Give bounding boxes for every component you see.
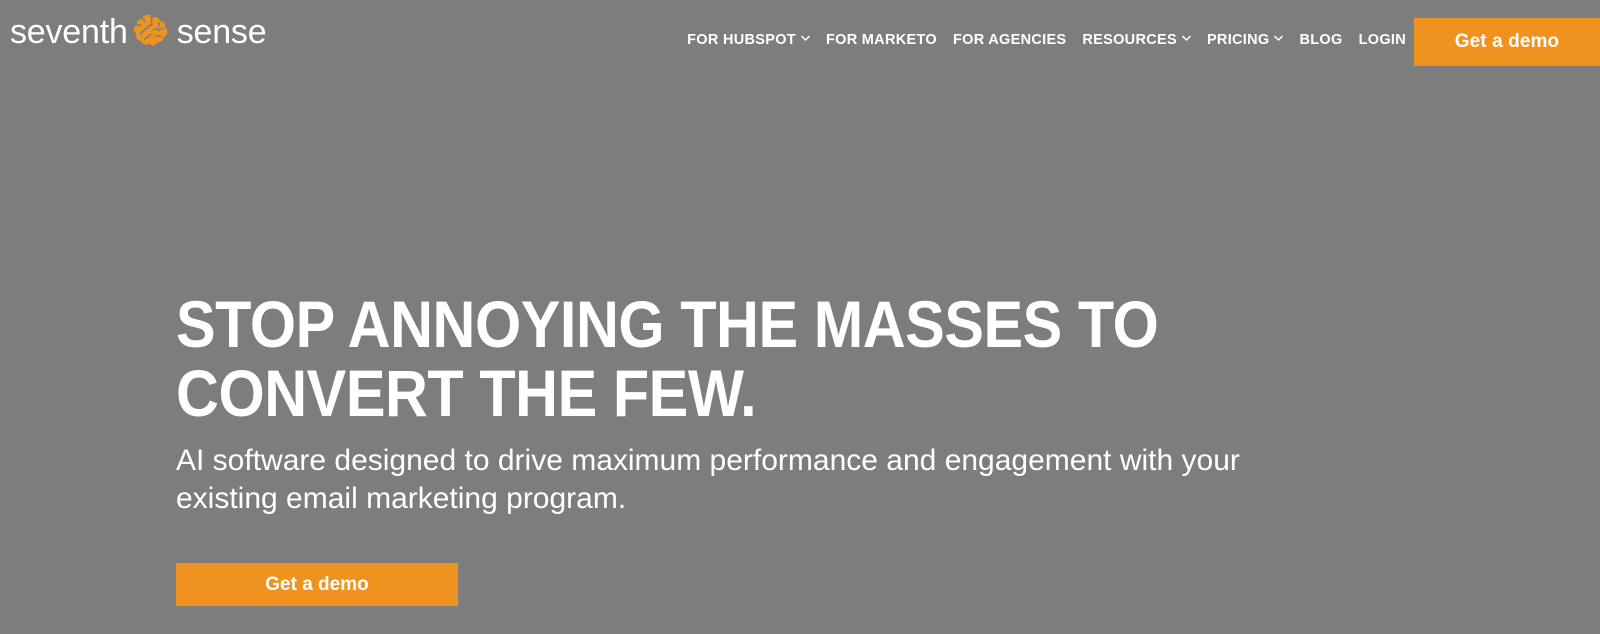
nav-item-label: LOGIN	[1358, 32, 1406, 48]
main-navigation: FOR HUBSPOT FOR MARKETO FOR AGENCIES RES…	[679, 33, 1414, 48]
chevron-down-icon	[1182, 35, 1191, 44]
nav-item-label: BLOG	[1299, 32, 1343, 48]
nav-item-pricing[interactable]: PRICING	[1199, 33, 1292, 48]
nav-item-resources[interactable]: RESOURCES	[1074, 33, 1199, 48]
nav-item-login[interactable]: LOGIN	[1351, 33, 1414, 48]
site-header: seventh sense FOR HUBSPOT FOR MARKETO FO…	[0, 0, 1600, 84]
nav-item-label: FOR AGENCIES	[952, 32, 1067, 48]
nav-item-label: FOR MARKETO	[825, 32, 937, 48]
hero-headline: Stop annoying the masses to convert the …	[176, 287, 1159, 430]
nav-item-for-hubspot[interactable]: FOR HUBSPOT	[679, 33, 818, 48]
chevron-down-icon	[1274, 35, 1284, 44]
page-root: seventh sense FOR HUBSPOT FOR MARKETO FO…	[0, 0, 1600, 634]
logo-text-seventh: seventh	[10, 13, 128, 51]
hero-section: Stop annoying the masses to convert the …	[0, 84, 1600, 634]
nav-item-for-marketo[interactable]: FOR MARKETO	[818, 33, 945, 48]
nav-item-label: FOR HUBSPOT	[687, 32, 796, 48]
nav-item-blog[interactable]: BLOG	[1291, 33, 1350, 48]
site-logo[interactable]: seventh sense	[10, 10, 267, 54]
header-get-a-demo-button[interactable]: Get a demo	[1414, 18, 1600, 66]
nav-item-for-agencies[interactable]: FOR AGENCIES	[945, 33, 1074, 48]
brain-icon	[130, 13, 176, 51]
nav-item-label: RESOURCES	[1082, 32, 1177, 48]
logo-text-sense: sense	[176, 13, 267, 51]
hero-content: Stop annoying the masses to convert the …	[176, 290, 1356, 606]
nav-item-label: PRICING	[1206, 32, 1270, 48]
hero-subheadline: AI software designed to drive maximum pe…	[176, 444, 1240, 515]
hero-get-a-demo-button[interactable]: Get a demo	[176, 563, 458, 606]
chevron-down-icon	[801, 35, 810, 44]
